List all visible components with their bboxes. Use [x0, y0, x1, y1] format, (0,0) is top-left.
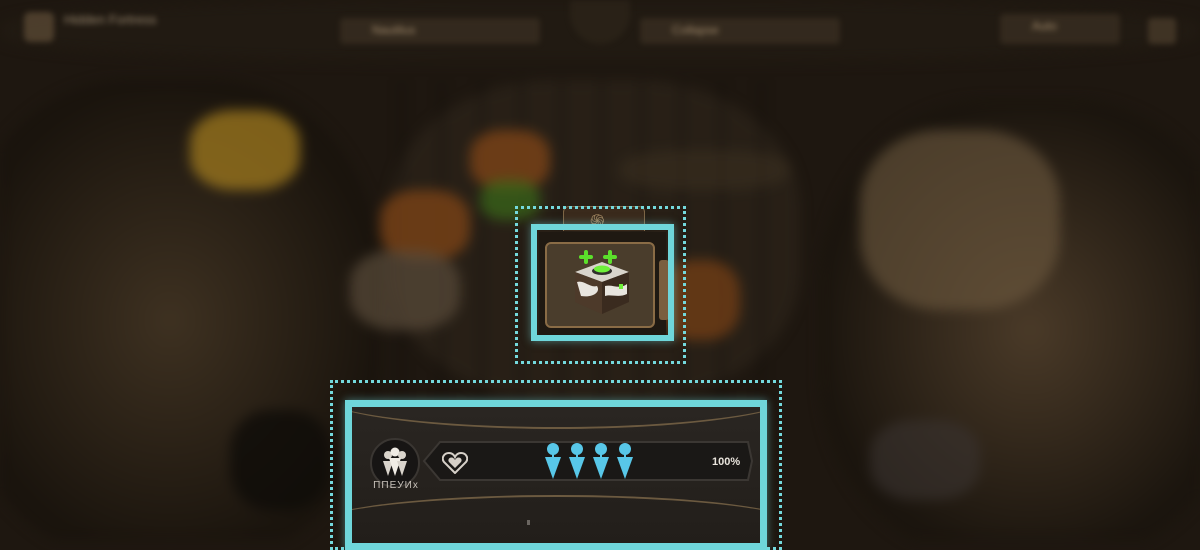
- resource-counter-1: Nautilus: [340, 18, 540, 44]
- tutorial-highlight-panel: [345, 400, 767, 550]
- resource-counter-2: Collapse: [640, 18, 840, 44]
- auto-button[interactable]: Auto: [1000, 14, 1120, 44]
- stage-title: Hidden Fortress: [64, 12, 157, 27]
- top-hud: Hidden Fortress Nautilus Collapse Auto: [0, 0, 1200, 62]
- back-button[interactable]: [24, 12, 54, 42]
- tutorial-highlight-tile: [531, 224, 674, 341]
- menu-button[interactable]: [1148, 18, 1176, 44]
- center-emblem: [570, 0, 630, 44]
